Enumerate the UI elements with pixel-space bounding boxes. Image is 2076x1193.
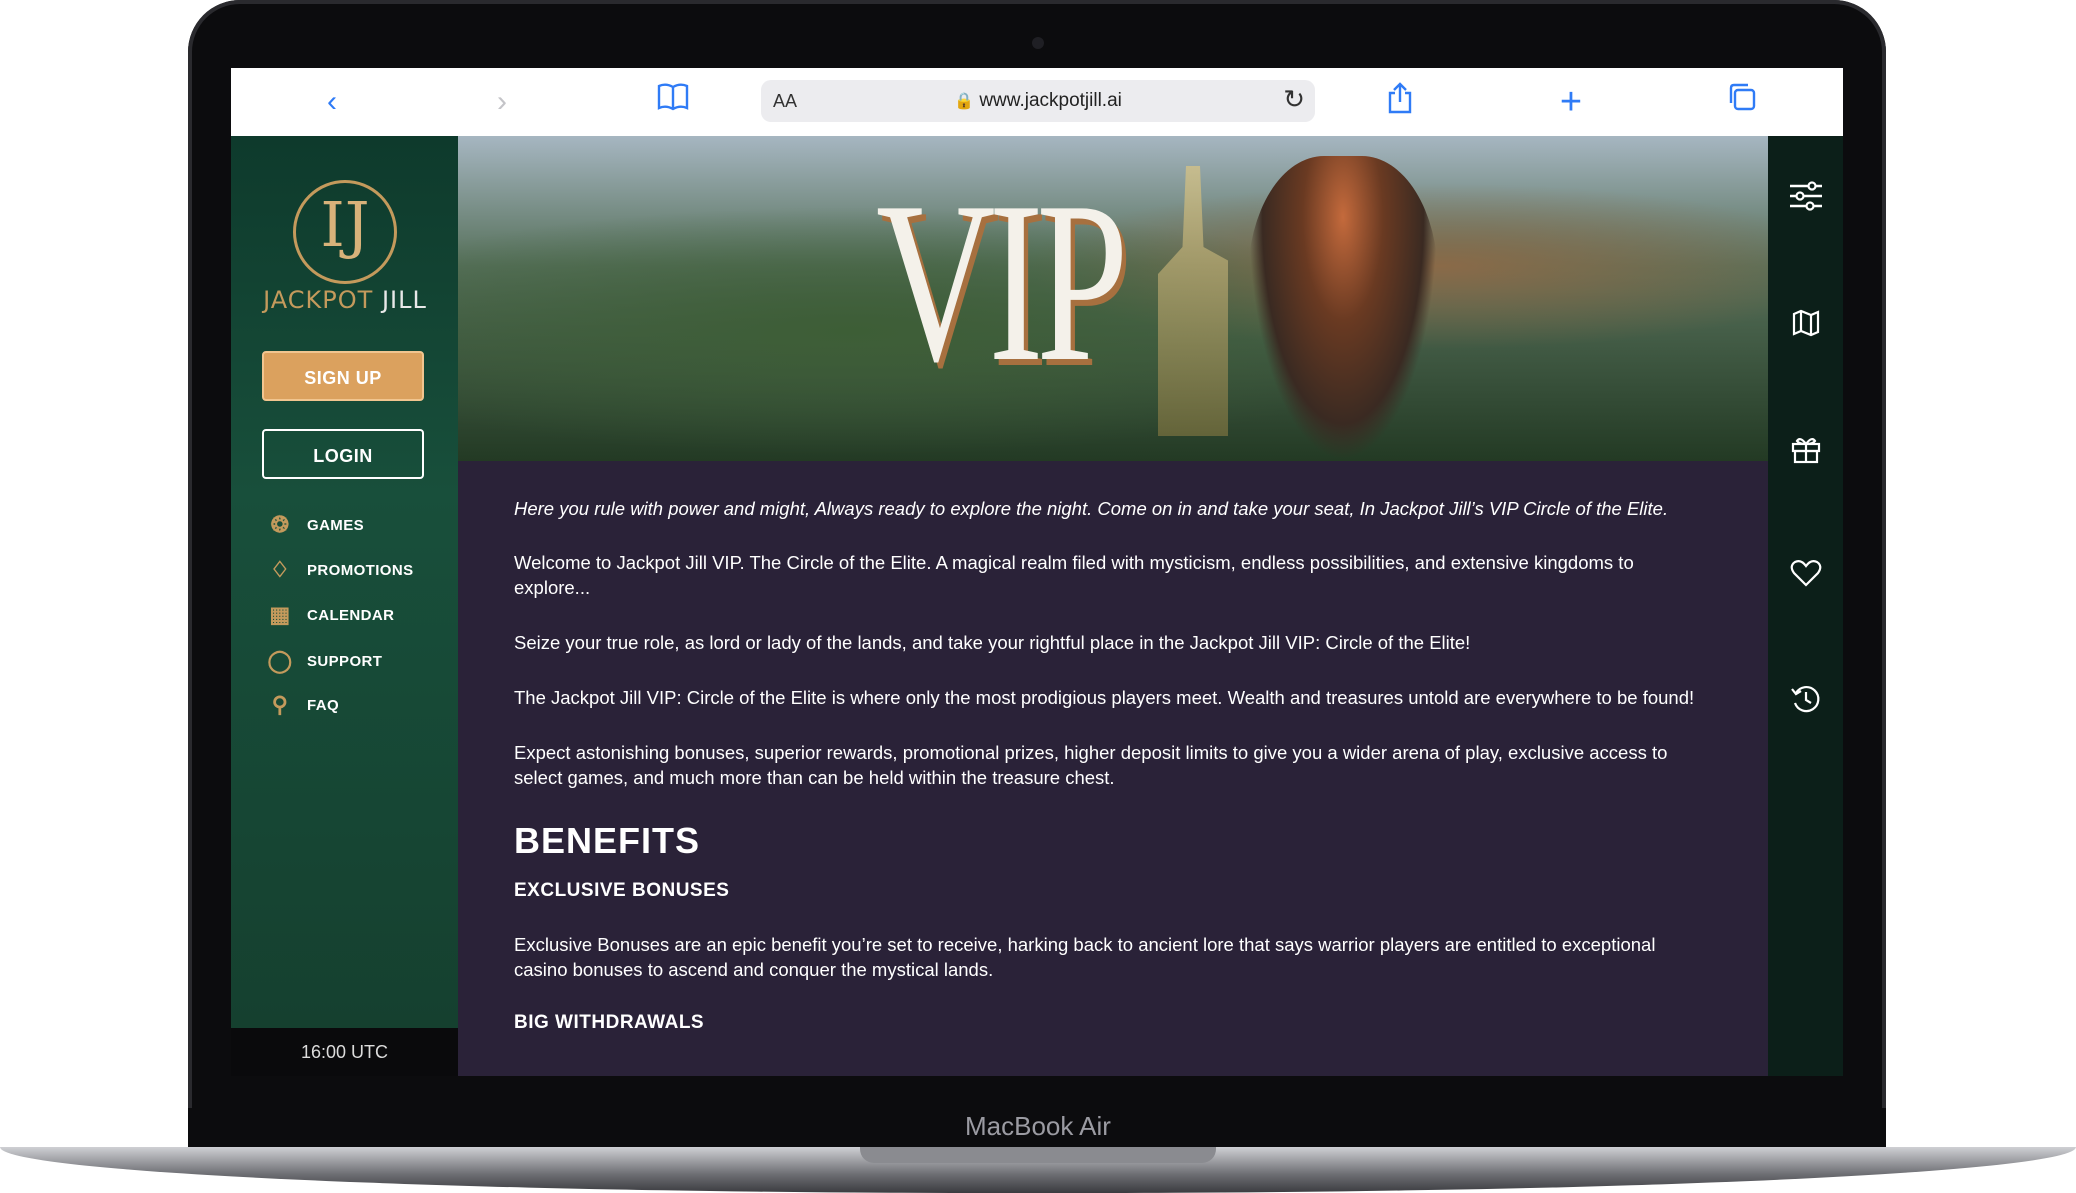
filters-icon[interactable] [1768, 180, 1843, 220]
lock-icon: 🔒 [954, 93, 975, 110]
nav-item-promotions[interactable]: ♢ PROMOTIONS [265, 552, 414, 588]
hero-title: VIP [876, 154, 1128, 409]
map-icon[interactable] [1768, 308, 1843, 346]
bookmarks-icon[interactable] [653, 82, 693, 122]
nav-item-support[interactable]: ◯ SUPPORT [265, 643, 382, 679]
nav-item-faq[interactable]: ⚲ FAQ [265, 687, 339, 723]
share-icon[interactable] [1380, 82, 1420, 122]
paragraph: Seize your true role, as lord or lady of… [514, 632, 1471, 653]
logo-wordmark[interactable]: JACKPOT JILL [261, 286, 429, 314]
screen: ‹ › AA 🔒 www.jackpotjill.ai ↻ + IJ JACKP… [231, 68, 1843, 1076]
intro-verse: Here you rule with power and might, Alwa… [514, 498, 1669, 519]
laptop-notch [860, 1147, 1216, 1163]
exclusive-bonuses-heading: EXCLUSIVE BONUSES [514, 880, 730, 901]
forward-icon[interactable]: › [482, 82, 522, 122]
article: Here you rule with power and might, Alwa… [514, 496, 1709, 1064]
history-icon[interactable] [1768, 683, 1843, 723]
tabs-icon[interactable] [1722, 82, 1762, 122]
sidebar: IJ JACKPOT JILL SIGN UP LOGIN ❂ GAMES ♢ … [231, 136, 458, 1028]
url-text[interactable]: 🔒 www.jackpotjill.ai [761, 90, 1315, 112]
logo-monogram: IJ [320, 188, 370, 261]
chat-bubble-icon: ◯ [267, 648, 293, 673]
new-tab-icon[interactable]: + [1551, 82, 1591, 122]
back-icon[interactable]: ‹ [312, 82, 352, 122]
nav-label: PROMOTIONS [307, 561, 414, 579]
nav-item-games[interactable]: ❂ GAMES [265, 507, 364, 543]
login-button[interactable]: LOGIN [262, 429, 424, 479]
nav-item-calendar[interactable]: ▦ CALENDAR [265, 597, 394, 633]
main-content: VIP Here you rule with power and might, … [458, 136, 1768, 1076]
logo-word-jill: JILL [381, 286, 427, 314]
camera [1032, 37, 1044, 49]
nav-label: FAQ [307, 696, 340, 714]
paragraph: Exclusive Bonuses are an epic benefit yo… [514, 934, 1656, 980]
utc-clock: 16:00 UTC [231, 1028, 458, 1076]
calendar-icon: ▦ [269, 602, 291, 627]
url-value: www.jackpotjill.ai [979, 90, 1122, 111]
vip-hero-banner: VIP [458, 136, 1768, 461]
reload-icon[interactable]: ↻ [1283, 84, 1305, 115]
device-model-label: MacBook Air [965, 1111, 1111, 1141]
faq-search-icon: ⚲ [271, 692, 289, 717]
paragraph: Expect astonishing bonuses, superior rew… [514, 742, 1668, 788]
paragraph: The Jackpot Jill VIP: Circle of the Elit… [514, 687, 1695, 708]
browser-toolbar: ‹ › AA 🔒 www.jackpotjill.ai ↻ + [231, 68, 1843, 137]
nav-label: CALENDAR [307, 606, 395, 624]
warrior-illustration [1248, 156, 1438, 461]
heart-icon[interactable] [1768, 558, 1843, 596]
diamond-icon: ♢ [269, 557, 291, 582]
nav-label: SUPPORT [307, 652, 383, 670]
chip-icon: ❂ [270, 512, 290, 537]
benefits-heading: BENEFITS [514, 820, 701, 861]
castle-illustration [1158, 166, 1228, 436]
address-bar[interactable]: AA 🔒 www.jackpotjill.ai ↻ [761, 80, 1315, 122]
sign-up-button[interactable]: SIGN UP [262, 351, 424, 401]
gift-icon[interactable] [1768, 433, 1843, 473]
right-rail [1768, 136, 1843, 1076]
paragraph: Welcome to Jackpot Jill VIP. The Circle … [514, 552, 1634, 598]
nav-label: GAMES [307, 516, 365, 534]
logo-word-jackpot: JACKPOT [263, 286, 374, 314]
big-withdrawals-heading: BIG WITHDRAWALS [514, 1012, 705, 1033]
